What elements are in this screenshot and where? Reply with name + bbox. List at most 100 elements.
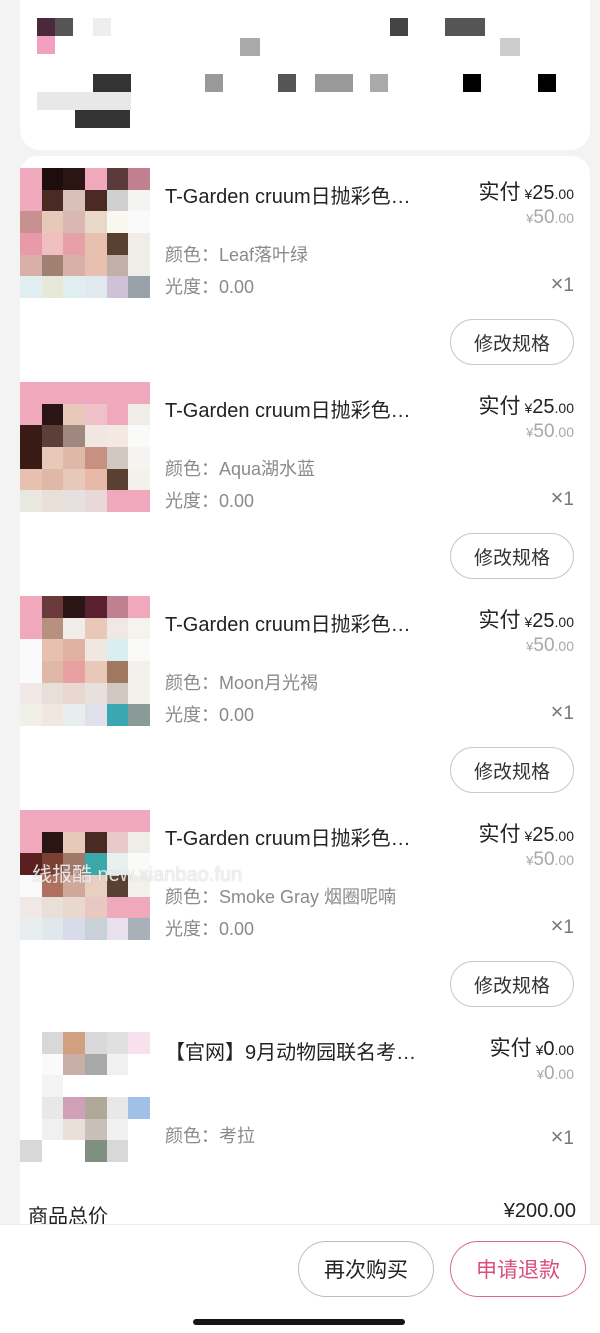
rebuy-button[interactable]: 再次购买 [298, 1241, 434, 1297]
mosaic-block [93, 18, 111, 36]
original-amount: 50 [533, 849, 555, 870]
color-label: 颜色： [165, 459, 219, 479]
power-label: 光度： [165, 705, 219, 725]
color-spec: 颜色：考拉 [165, 1122, 255, 1148]
mosaic-block [240, 38, 260, 56]
color-label: 颜色： [165, 673, 219, 693]
original-decimals: .00 [554, 852, 574, 868]
product-thumbnail[interactable] [20, 1032, 150, 1162]
product-title[interactable]: T-Garden cruum日抛彩色… [165, 608, 435, 637]
mosaic-block [278, 74, 296, 92]
paid-decimals: .00 [554, 828, 574, 844]
quantity: ×1 [551, 1124, 574, 1150]
power-label: 光度： [165, 277, 219, 297]
mosaic-block [315, 74, 353, 92]
paid-price: 实付 ¥0.00 [490, 1032, 574, 1062]
mosaic-block [390, 18, 408, 36]
paid-decimals: .00 [554, 400, 574, 416]
original-decimals: .00 [554, 638, 574, 654]
color-value: Aqua湖水蓝 [219, 459, 316, 479]
original-price: ¥50.00 [526, 635, 574, 657]
order-item[interactable]: T-Garden cruum日抛彩色… 实付 ¥25.00 ¥50.00 颜色：M… [20, 584, 590, 798]
quantity: ×1 [551, 913, 574, 939]
store-header-obscured [20, 0, 590, 150]
paid-label: 实付 [478, 609, 521, 632]
product-title[interactable]: T-Garden cruum日抛彩色… [165, 394, 435, 423]
product-thumbnail[interactable] [20, 168, 150, 298]
mosaic-block [205, 74, 223, 92]
paid-decimals: .00 [554, 1042, 574, 1058]
quantity-value: 1 [563, 1128, 574, 1149]
original-price: ¥50.00 [526, 207, 574, 229]
modify-spec-button[interactable]: 修改规格 [450, 961, 574, 1007]
order-item[interactable]: 【官网】9月动物园联名考… 实付 ¥0.00 ¥0.00 颜色：考拉 ×1 [20, 1012, 590, 1192]
power-label: 光度： [165, 919, 219, 939]
product-title[interactable]: T-Garden cruum日抛彩色… [165, 822, 435, 851]
mosaic-block [370, 74, 388, 92]
mosaic-block [37, 18, 55, 36]
original-price: ¥50.00 [526, 421, 574, 443]
power-value: 0.00 [219, 491, 255, 511]
original-decimals: .00 [554, 1066, 574, 1082]
quantity: ×1 [551, 699, 574, 725]
mosaic-block [55, 18, 73, 36]
original-amount: 50 [533, 635, 555, 656]
home-indicator[interactable] [193, 1319, 405, 1325]
times-icon: × [550, 913, 564, 938]
paid-amount: 25 [532, 182, 555, 204]
color-label: 颜色： [165, 887, 219, 907]
paid-amount: 25 [532, 824, 555, 846]
original-amount: 50 [533, 421, 555, 442]
quantity: ×1 [551, 271, 574, 297]
color-value: Moon月光褐 [219, 673, 319, 693]
color-spec: 颜色：Leaf落叶绿 [165, 241, 308, 267]
paid-decimals: .00 [554, 186, 574, 202]
paid-amount: 25 [532, 396, 555, 418]
power-spec: 光度：0.00 [165, 701, 254, 727]
paid-label: 实付 [478, 395, 521, 418]
product-thumbnail[interactable] [20, 596, 150, 726]
order-item[interactable]: T-Garden cruum日抛彩色… 实付 ¥25.00 ¥50.00 颜色：A… [20, 370, 590, 584]
mosaic-block [93, 74, 131, 92]
modify-spec-button[interactable]: 修改规格 [450, 319, 574, 365]
mosaic-block [463, 74, 481, 92]
times-icon: × [550, 271, 564, 296]
color-label: 颜色： [165, 1126, 219, 1146]
product-title[interactable]: T-Garden cruum日抛彩色… [165, 180, 435, 209]
color-value: Smoke Gray 烟圈呢喃 [219, 887, 397, 907]
mosaic-block [37, 36, 55, 54]
paid-amount: 0 [543, 1038, 555, 1060]
paid-price: 实付 ¥25.00 [478, 390, 574, 420]
original-price: ¥50.00 [526, 849, 574, 871]
total-value: ¥200.00 [503, 1200, 576, 1222]
order-item[interactable]: T-Garden cruum日抛彩色… 实付 ¥25.00 ¥50.00 颜色：L… [20, 156, 590, 370]
power-value: 0.00 [219, 919, 255, 939]
order-item[interactable]: T-Garden cruum日抛彩色… 实付 ¥25.00 ¥50.00 颜色：S… [20, 798, 590, 1012]
power-spec: 光度：0.00 [165, 915, 254, 941]
watermark-text: 线报酷 new.xianbao.fun [32, 864, 243, 886]
quantity-value: 1 [563, 917, 574, 938]
times-icon: × [550, 699, 564, 724]
request-refund-button[interactable]: 申请退款 [450, 1241, 586, 1297]
times-icon: × [550, 1124, 564, 1149]
paid-label: 实付 [489, 1037, 532, 1060]
product-title[interactable]: 【官网】9月动物园联名考… [165, 1036, 430, 1065]
paid-price: 实付 ¥25.00 [478, 604, 574, 634]
modify-spec-button[interactable]: 修改规格 [450, 533, 574, 579]
color-value: 考拉 [219, 1126, 255, 1146]
paid-label: 实付 [478, 181, 521, 204]
color-label: 颜色： [165, 245, 219, 265]
power-spec: 光度：0.00 [165, 273, 254, 299]
power-spec: 光度：0.00 [165, 487, 254, 513]
times-icon: × [550, 485, 564, 510]
mosaic-block [445, 18, 485, 36]
modify-spec-button[interactable]: 修改规格 [450, 747, 574, 793]
currency-symbol: ¥ [536, 1067, 544, 1082]
bottom-action-bar: 再次购买 申请退款 [0, 1224, 600, 1333]
paid-decimals: .00 [554, 614, 574, 630]
color-spec: 颜色：Moon月光褐 [165, 669, 318, 695]
quantity-value: 1 [563, 703, 574, 724]
original-amount: 0 [543, 1063, 555, 1084]
mosaic-block [75, 110, 130, 128]
product-thumbnail[interactable] [20, 382, 150, 512]
